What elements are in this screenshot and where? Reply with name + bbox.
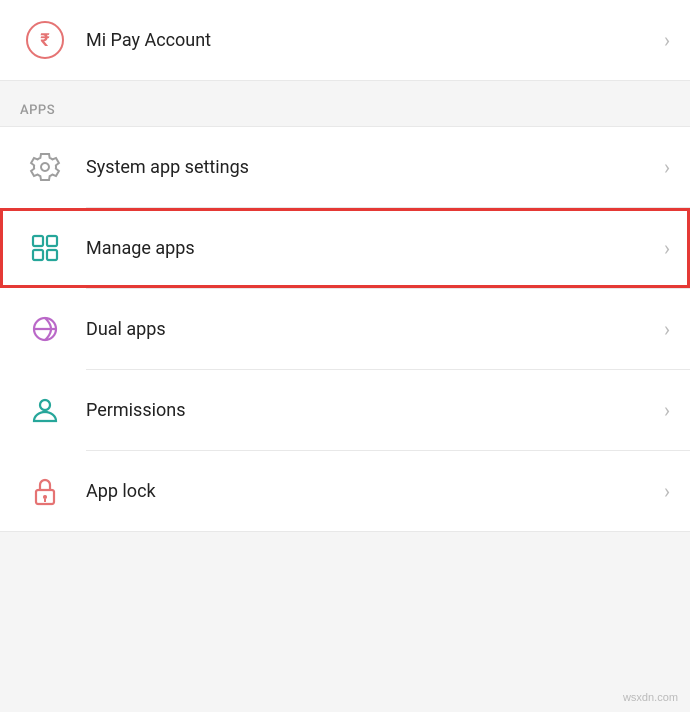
manage-apps-item[interactable]: Manage apps ›	[0, 208, 690, 288]
app-lock-item[interactable]: App lock ›	[0, 451, 690, 531]
permissions-item[interactable]: Permissions ›	[0, 370, 690, 450]
watermark: wsxdn.com	[623, 692, 678, 704]
permissions-chevron: ›	[664, 398, 670, 422]
gear-icon	[20, 151, 70, 183]
system-app-settings-label: System app settings	[86, 157, 656, 178]
grid-icon	[20, 232, 70, 264]
mi-pay-account-label: Mi Pay Account	[86, 30, 656, 51]
apps-section-header: APPS	[0, 81, 690, 126]
dual-apps-label: Dual apps	[86, 319, 656, 340]
dual-apps-chevron: ›	[664, 317, 670, 341]
dual-apps-icon	[20, 313, 70, 345]
app-lock-label: App lock	[86, 481, 656, 502]
permissions-icon	[20, 394, 70, 426]
mi-pay-icon: ₹	[26, 21, 64, 59]
apps-section-label: APPS	[20, 103, 55, 118]
app-lock-chevron: ›	[664, 479, 670, 503]
mi-pay-account-item[interactable]: ₹ Mi Pay Account ›	[0, 0, 690, 80]
manage-apps-label: Manage apps	[86, 238, 656, 259]
dual-apps-item[interactable]: Dual apps ›	[0, 289, 690, 369]
manage-apps-chevron: ›	[664, 236, 670, 260]
mi-pay-chevron-icon: ›	[664, 28, 670, 52]
system-app-settings-chevron: ›	[664, 155, 670, 179]
system-app-settings-item[interactable]: System app settings ›	[0, 127, 690, 207]
permissions-label: Permissions	[86, 400, 656, 421]
app-lock-icon	[20, 475, 70, 507]
bottom-divider	[0, 531, 690, 532]
mi-pay-icon-wrap: ₹	[20, 21, 70, 59]
